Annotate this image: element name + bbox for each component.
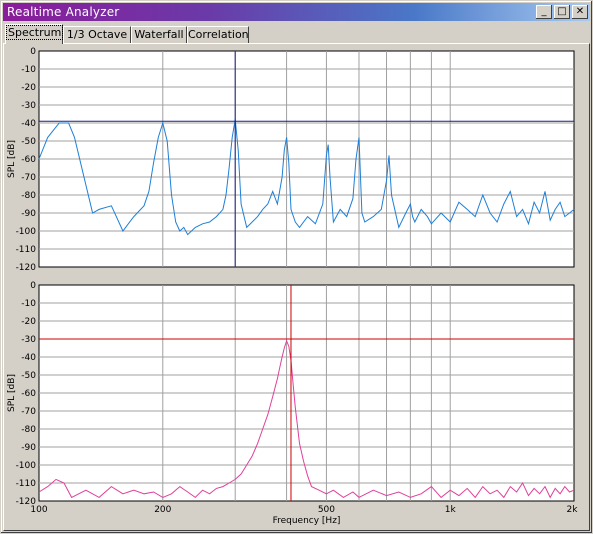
bottom-ytick-label: -40 <box>21 353 36 363</box>
bottom-ytick-label: -90 <box>21 443 36 453</box>
bottom-ytick-label: -50 <box>21 371 36 381</box>
top-ytick-label: -90 <box>21 209 36 219</box>
bottom-ytick-label: -70 <box>21 407 36 417</box>
top-ytick-label: -80 <box>21 191 36 201</box>
bottom-ytick-label: -80 <box>21 425 36 435</box>
tab-spectrum-label: Spectrum <box>6 25 64 40</box>
bottom-ytick-label: -10 <box>21 299 36 309</box>
top-ytick-label: 0 <box>30 47 36 57</box>
bottom-xtick-label: 100 <box>30 505 47 515</box>
bottom-ylabel: SPL [dB] <box>7 374 17 412</box>
top-ytick-label: -50 <box>21 137 36 147</box>
top-ytick-label: -30 <box>21 101 36 111</box>
spectrum-charts: 0-10-20-30-40-50-60-70-80-90-100-110-120… <box>7 47 579 526</box>
top-ytick-label: -60 <box>21 155 36 165</box>
top-ytick-label: -10 <box>21 65 36 75</box>
bottom-ytick-label: 0 <box>30 281 36 291</box>
bottom-ytick-label: -60 <box>21 389 36 399</box>
tab-spectrum[interactable]: Spectrum <box>5 24 64 44</box>
top-ytick-label: -20 <box>21 83 36 93</box>
top-ylabel: SPL [dB] <box>7 140 17 178</box>
top-ytick-label: -110 <box>16 245 37 255</box>
top-ytick-label: -40 <box>21 119 36 129</box>
top-ytick-label: -120 <box>16 263 37 273</box>
bottom-xtick-label: 1k <box>445 505 457 515</box>
bottom-xtick-label: 500 <box>318 505 335 515</box>
bottom-xlabel: Frequency [Hz] <box>273 516 341 526</box>
bottom-ytick-label: -100 <box>16 461 37 471</box>
bottom-xtick-label: 2k <box>567 505 579 515</box>
bottom-xtick-label: 200 <box>154 505 171 515</box>
top-ytick-label: -70 <box>21 173 36 183</box>
bottom-ytick-label: -30 <box>21 335 36 345</box>
bottom-ytick-label: -110 <box>16 479 37 489</box>
bottom-ytick-label: -20 <box>21 317 36 327</box>
top-ytick-label: -100 <box>16 227 37 237</box>
